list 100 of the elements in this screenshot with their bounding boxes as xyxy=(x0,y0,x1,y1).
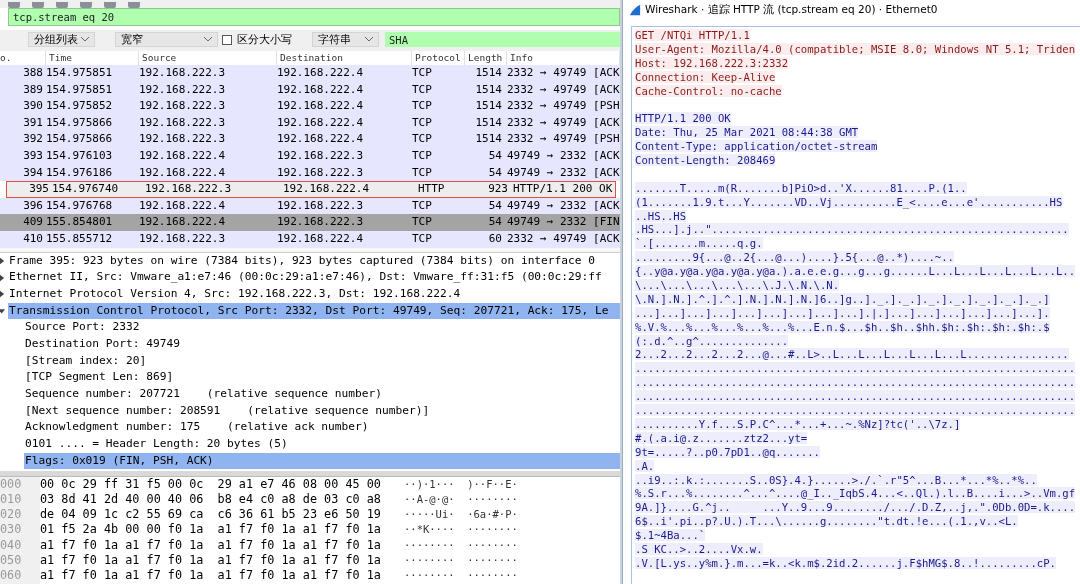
toolbar-icon[interactable] xyxy=(32,2,44,8)
table-cell-text: TCP xyxy=(412,197,433,214)
table-cell-text: 54 xyxy=(487,214,503,231)
ascii-bytes: ·····Ui· ·6a·#·P· xyxy=(404,507,518,523)
table-cell-text: 154.975851 xyxy=(46,81,114,98)
table-cell-text: 192.168.222.3 xyxy=(139,131,227,148)
ascii-bytes: ··A-@·@· ········ xyxy=(404,491,518,507)
toolbar-icon[interactable] xyxy=(56,2,68,8)
ascii-bytes: ··*K···· ········ xyxy=(404,522,518,538)
ascii-bytes: ··)·1··· )··F··E· xyxy=(404,476,518,492)
table-cell-text: 192.168.222.3 xyxy=(277,164,365,181)
caret-icon xyxy=(204,37,212,42)
table-cell-text: 1514 xyxy=(474,65,503,81)
table-cell-text: TCP xyxy=(412,131,433,148)
toolbar-icon[interactable] xyxy=(128,2,140,8)
width-mode-dropdown[interactable]: 宽窄 xyxy=(115,32,218,47)
hex-bytes: 00 0c 29 ff 31 f5 00 0c 29 a1 e7 46 08 00 45 00 xyxy=(40,476,382,492)
packet-row[interactable]: 392 154.975866 192.168.222.3 192.168.222.4 TCP 1514 2332 → 49749 [PSH xyxy=(0,131,620,148)
table-cell-text: 388 xyxy=(22,65,44,81)
table-cell-text: TCP xyxy=(412,65,433,81)
table-cell-text: 192.168.222.4 xyxy=(139,197,227,214)
expander-icon[interactable] xyxy=(0,306,5,315)
tree-item[interactable]: Acknowledgment number: 175 (relative ack number) xyxy=(24,419,370,437)
tree-item[interactable]: Transmission Control Protocol, Src Port: 2332, Dst Port: 49749, Seq: 207721, Ack: 175, Le xyxy=(8,302,620,320)
hex-bytes: a1 f7 f0 1a a1 f7 f0 1a a1 f7 f0 1a a1 f7 f0 1a xyxy=(40,537,382,553)
table-cell-text: 49749 → 2332 [ACK xyxy=(507,164,620,181)
tree-item[interactable]: Destination Port: 49749 xyxy=(24,335,181,353)
case-sensitive-checkbox[interactable] xyxy=(222,34,232,45)
table-cell-text: 1514 xyxy=(474,81,503,98)
ascii-bytes: ········ ········ xyxy=(404,568,518,584)
table-cell-text: 1514 xyxy=(474,114,503,131)
display-filter-field[interactable]: tcp.stream eq 20 xyxy=(8,8,620,26)
table-cell-text: 192.168.222.4 xyxy=(139,164,227,181)
tree-item[interactable]: Source Port: 2332 xyxy=(24,319,141,336)
search-field[interactable]: SHA xyxy=(385,32,620,47)
table-cell-text: 392 xyxy=(22,131,44,148)
table-cell-text: 155.854801 xyxy=(46,214,114,231)
table-cell-text: 2332 → 49749 [ACK xyxy=(507,81,620,98)
table-cell-text: 2332 → 49749 [ACK xyxy=(507,114,620,131)
table-cell-text: 409 xyxy=(22,214,44,231)
table-cell-text: TCP xyxy=(412,98,433,115)
toolbar-icon[interactable] xyxy=(80,2,92,8)
table-cell-text: 2332 → 49749 [ACK xyxy=(507,230,620,247)
search-type-dropdown[interactable]: 字符串 xyxy=(312,32,379,47)
hex-bytes: de 04 09 1c c2 55 69 ca c6 36 61 b5 23 e6 50 19 xyxy=(40,507,382,523)
table-cell-text: 192.168.222.4 xyxy=(277,65,365,81)
hex-bytes: a1 f7 f0 1a a1 f7 f0 1a a1 f7 f0 1a a1 f7 f0 1a xyxy=(40,568,382,584)
table-cell-text: 154.975866 xyxy=(46,114,114,131)
table-cell-text: TCP xyxy=(412,81,433,98)
hex-bytes: 03 8d 41 2d 40 00 40 06 b8 e4 c0 a8 de 03 c0 a8 xyxy=(40,491,382,508)
search-scope-dropdown[interactable]: 分组列表 xyxy=(28,32,95,47)
shark-fin-icon xyxy=(629,4,641,16)
expander-icon[interactable] xyxy=(0,256,5,265)
tree-item[interactable]: 0101 .... = Header Length: 20 bytes (5) xyxy=(24,436,289,453)
byte-offset: 060 xyxy=(0,568,40,584)
table-cell-text: 393 xyxy=(22,147,44,164)
table-cell-text: 2332 → 49749 [ACK xyxy=(507,65,620,81)
table-cell-text: 1514 xyxy=(474,131,503,148)
table-cell-text: HTTP/1.1 200 OK xyxy=(513,181,614,198)
table-cell-text: 395 xyxy=(28,181,50,198)
table-cell-text: 192.168.222.4 xyxy=(139,147,227,164)
table-cell-text: 390 xyxy=(22,98,44,115)
table-cell-text: 154.975851 xyxy=(46,65,114,81)
toolbar-icon[interactable] xyxy=(104,2,116,8)
expander-icon[interactable] xyxy=(0,273,5,282)
hex-bytes: 01 f5 2a 4b 00 00 f0 1a a1 f7 f0 1a a1 f7 f0 1a xyxy=(40,522,382,538)
tree-item[interactable]: Sequence number: 207721 (relative sequence number) xyxy=(24,386,383,403)
table-cell: 2332 → 49749 [PSH xyxy=(507,98,620,115)
table-cell-text: TCP xyxy=(412,164,433,181)
table-cell: 49749 → 2332 [FIN xyxy=(507,214,620,231)
byte-offset: 050 xyxy=(0,553,40,569)
table-cell-text: 154.975852 xyxy=(46,98,114,115)
table-cell-text: 192.168.222.4 xyxy=(277,230,365,247)
table-cell-text: TCP xyxy=(412,114,433,131)
table-cell-text: 192.168.222.3 xyxy=(139,81,227,98)
packet-row[interactable]: 409 155.854801 192.168.222.4 192.168.222.3 TCP 54 49749 → 2332 [FIN xyxy=(0,214,620,231)
table-cell-text: 192.168.222.3 xyxy=(145,181,233,198)
window-title: Wireshark · 追踪 HTTP 流 (tcp.stream eq 20) · Ethernet0 xyxy=(645,3,938,17)
packet-row[interactable]: 388 154.975851 192.168.222.3 192.168.222.4 TCP 1514 2332 → 49749 [ACK xyxy=(0,65,620,82)
packet-row[interactable]: 395 154.976740 192.168.222.3 192.168.222.4 HTTP 923 HTTP/1.1 200 OK xyxy=(6,181,616,198)
table-cell-text: 54 xyxy=(487,197,503,214)
table-cell-text: 154.975866 xyxy=(46,131,114,148)
expander-icon[interactable] xyxy=(0,290,5,299)
packet-row[interactable]: 390 154.975852 192.168.222.3 192.168.222.4 TCP 1514 2332 → 49749 [PSH xyxy=(0,98,620,115)
table-cell-text: HTTP xyxy=(418,181,446,198)
tree-item[interactable]: Ethernet II, Src: Vmware_a1:e7:46 (00:0c:29:a1:e7:46), Dst: Vmware_ff:31:f5 (00:0c:29:ff xyxy=(8,269,603,286)
tree-item[interactable]: Frame 395: 923 bytes on wire (7384 bits), 923 bytes captured (7384 bits) on interface 0 xyxy=(8,252,596,270)
table-cell-text: 154.976186 xyxy=(46,164,114,181)
ascii-bytes: ········ ········ xyxy=(404,553,518,568)
table-cell-text: 192.168.222.4 xyxy=(283,181,371,198)
tree-item[interactable]: [TCP Segment Len: 869] xyxy=(24,369,175,387)
tree-item[interactable]: [Stream index: 20] xyxy=(24,352,148,370)
tree-item[interactable]: Flags: 0x019 (FIN, PSH, ACK) xyxy=(24,452,620,470)
table-cell-text: 192.168.222.3 xyxy=(139,98,227,115)
table-cell-text: 192.168.222.4 xyxy=(277,98,365,115)
tree-item[interactable]: Internet Protocol Version 4, Src: 192.168.222.3, Dst: 192.168.222.4 xyxy=(8,285,462,303)
table-cell-text: 396 xyxy=(22,197,44,214)
toolbar-icon[interactable] xyxy=(8,2,20,8)
tree-item[interactable]: [Next sequence number: 208591 (relative sequence number)] xyxy=(24,402,431,420)
table-cell-text: 192.168.222.3 xyxy=(277,147,365,164)
